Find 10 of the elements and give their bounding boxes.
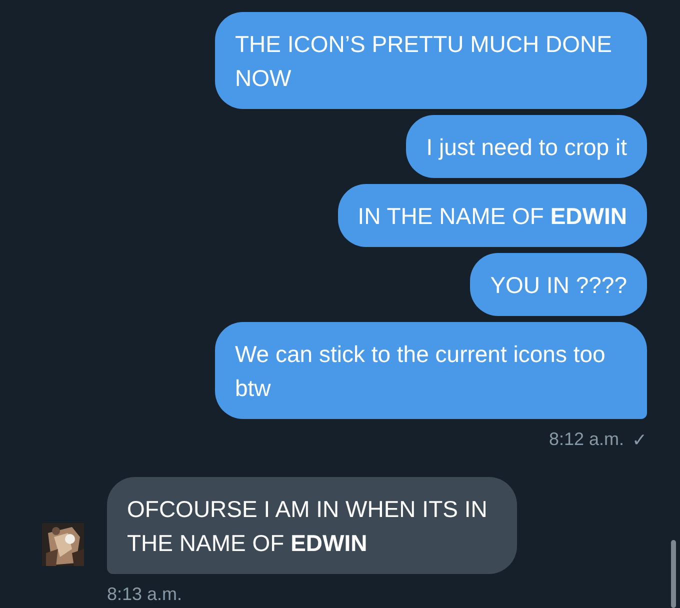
- message-bubble: THE ICON’S PRETTU MUCH DONE NOW: [215, 12, 647, 109]
- message-bubble: YOU IN ????: [470, 253, 647, 316]
- message-bubble: OFCOURSE I AM IN WHEN ITS IN THE NAME OF EDWIN: [107, 477, 517, 574]
- message-bubble: We can stick to the current icons too btw: [215, 322, 647, 419]
- message-bubble: IN THE NAME OF EDWIN: [338, 184, 647, 247]
- timestamp: 8:13 a.m.: [107, 584, 182, 605]
- message-bubble: I just need to crop it: [406, 115, 647, 178]
- read-receipt: ✓: [632, 429, 647, 451]
- timestamp: 8:12 a.m.: [548, 429, 624, 451]
- scrollbar[interactable]: [671, 540, 676, 608]
